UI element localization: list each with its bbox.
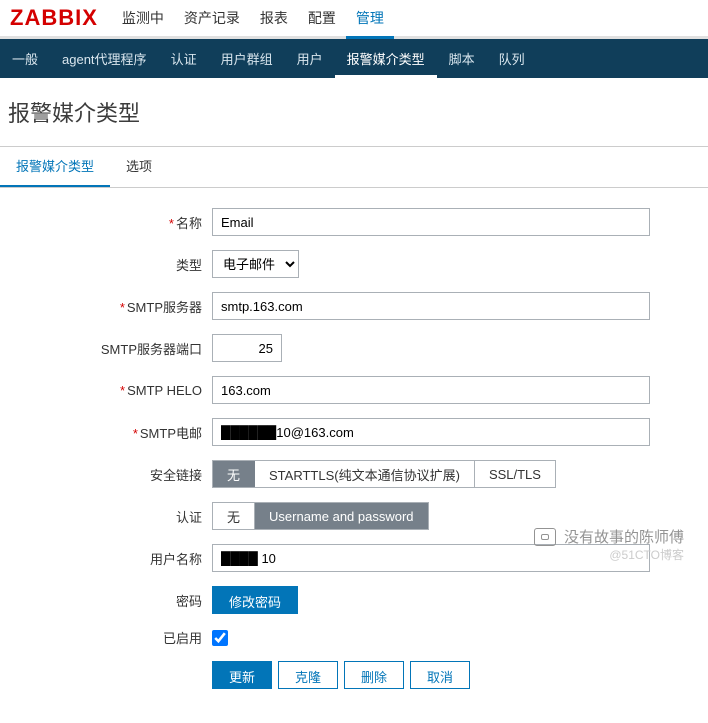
label-name: *名称 [10, 213, 212, 232]
label-smtp-helo: *SMTP HELO [10, 383, 212, 398]
form-tabs: 报警媒介类型 选项 [0, 146, 708, 188]
auth-segment: 无 Username and password [212, 502, 429, 530]
watermark: 没有故事的陈师傅 [534, 526, 684, 547]
label-username: 用户名称 [10, 549, 212, 568]
enabled-checkbox[interactable] [212, 630, 228, 646]
smtp-helo-input[interactable] [212, 376, 650, 404]
subnav-mediatypes[interactable]: 报警媒介类型 [335, 39, 437, 78]
username-input[interactable] [212, 544, 650, 572]
subnav-users[interactable]: 用户 [285, 39, 335, 78]
delete-button[interactable]: 删除 [344, 661, 404, 689]
subnav-usergroups[interactable]: 用户群组 [209, 39, 285, 78]
auth-none[interactable]: 无 [213, 503, 255, 529]
update-button[interactable]: 更新 [212, 661, 272, 689]
type-select[interactable]: 电子邮件 [212, 250, 299, 278]
conn-sec-starttls[interactable]: STARTTLS(纯文本通信协议扩展) [255, 461, 475, 487]
label-password: 密码 [10, 591, 212, 610]
watermark-sub: @51CTO博客 [609, 546, 684, 563]
tab-options[interactable]: 选项 [110, 146, 168, 187]
cancel-button[interactable]: 取消 [410, 661, 470, 689]
topnav-monitoring[interactable]: 监测中 [112, 0, 174, 36]
logo: ZABBIX [0, 1, 112, 35]
subnav-scripts[interactable]: 脚本 [437, 39, 487, 78]
smtp-email-input[interactable] [212, 418, 650, 446]
watermark-text: 没有故事的陈师傅 [564, 526, 684, 547]
label-smtp-server: *SMTP服务器 [10, 297, 212, 316]
name-input[interactable] [212, 208, 650, 236]
smtp-server-input[interactable] [212, 292, 650, 320]
topnav-inventory[interactable]: 资产记录 [174, 0, 250, 36]
topnav-admin[interactable]: 管理 [346, 0, 394, 39]
wechat-icon [534, 528, 556, 546]
subnav-general[interactable]: 一般 [0, 39, 50, 78]
label-enabled: 已启用 [10, 628, 212, 647]
subnav-queue[interactable]: 队列 [487, 39, 537, 78]
change-password-button[interactable]: 修改密码 [212, 586, 298, 614]
form: *名称 类型 电子邮件 *SMTP服务器 SMTP服务器端口 *SMTP HEL… [0, 188, 708, 723]
label-conn-sec: 安全链接 [10, 465, 212, 484]
label-type: 类型 [10, 255, 212, 274]
topnav-reports[interactable]: 报表 [250, 0, 298, 36]
conn-sec-none[interactable]: 无 [213, 461, 255, 487]
smtp-port-input[interactable] [212, 334, 282, 362]
conn-sec-segment: 无 STARTTLS(纯文本通信协议扩展) SSL/TLS [212, 460, 556, 488]
sub-navigation: 一般 agent代理程序 认证 用户群组 用户 报警媒介类型 脚本 队列 [0, 39, 708, 78]
label-auth: 认证 [10, 507, 212, 526]
top-navigation: ZABBIX 监测中 资产记录 报表 配置 管理 [0, 0, 708, 39]
auth-userpass[interactable]: Username and password [255, 503, 428, 529]
subnav-proxies[interactable]: agent代理程序 [50, 39, 159, 78]
subnav-auth[interactable]: 认证 [159, 39, 209, 78]
conn-sec-ssl[interactable]: SSL/TLS [475, 461, 555, 487]
topnav-config[interactable]: 配置 [298, 0, 346, 36]
label-smtp-port: SMTP服务器端口 [10, 339, 212, 358]
clone-button[interactable]: 克隆 [278, 661, 338, 689]
page-title: 报警媒介类型 [0, 78, 708, 147]
label-smtp-email: *SMTP电邮 [10, 423, 212, 442]
tab-mediatype[interactable]: 报警媒介类型 [0, 146, 110, 187]
